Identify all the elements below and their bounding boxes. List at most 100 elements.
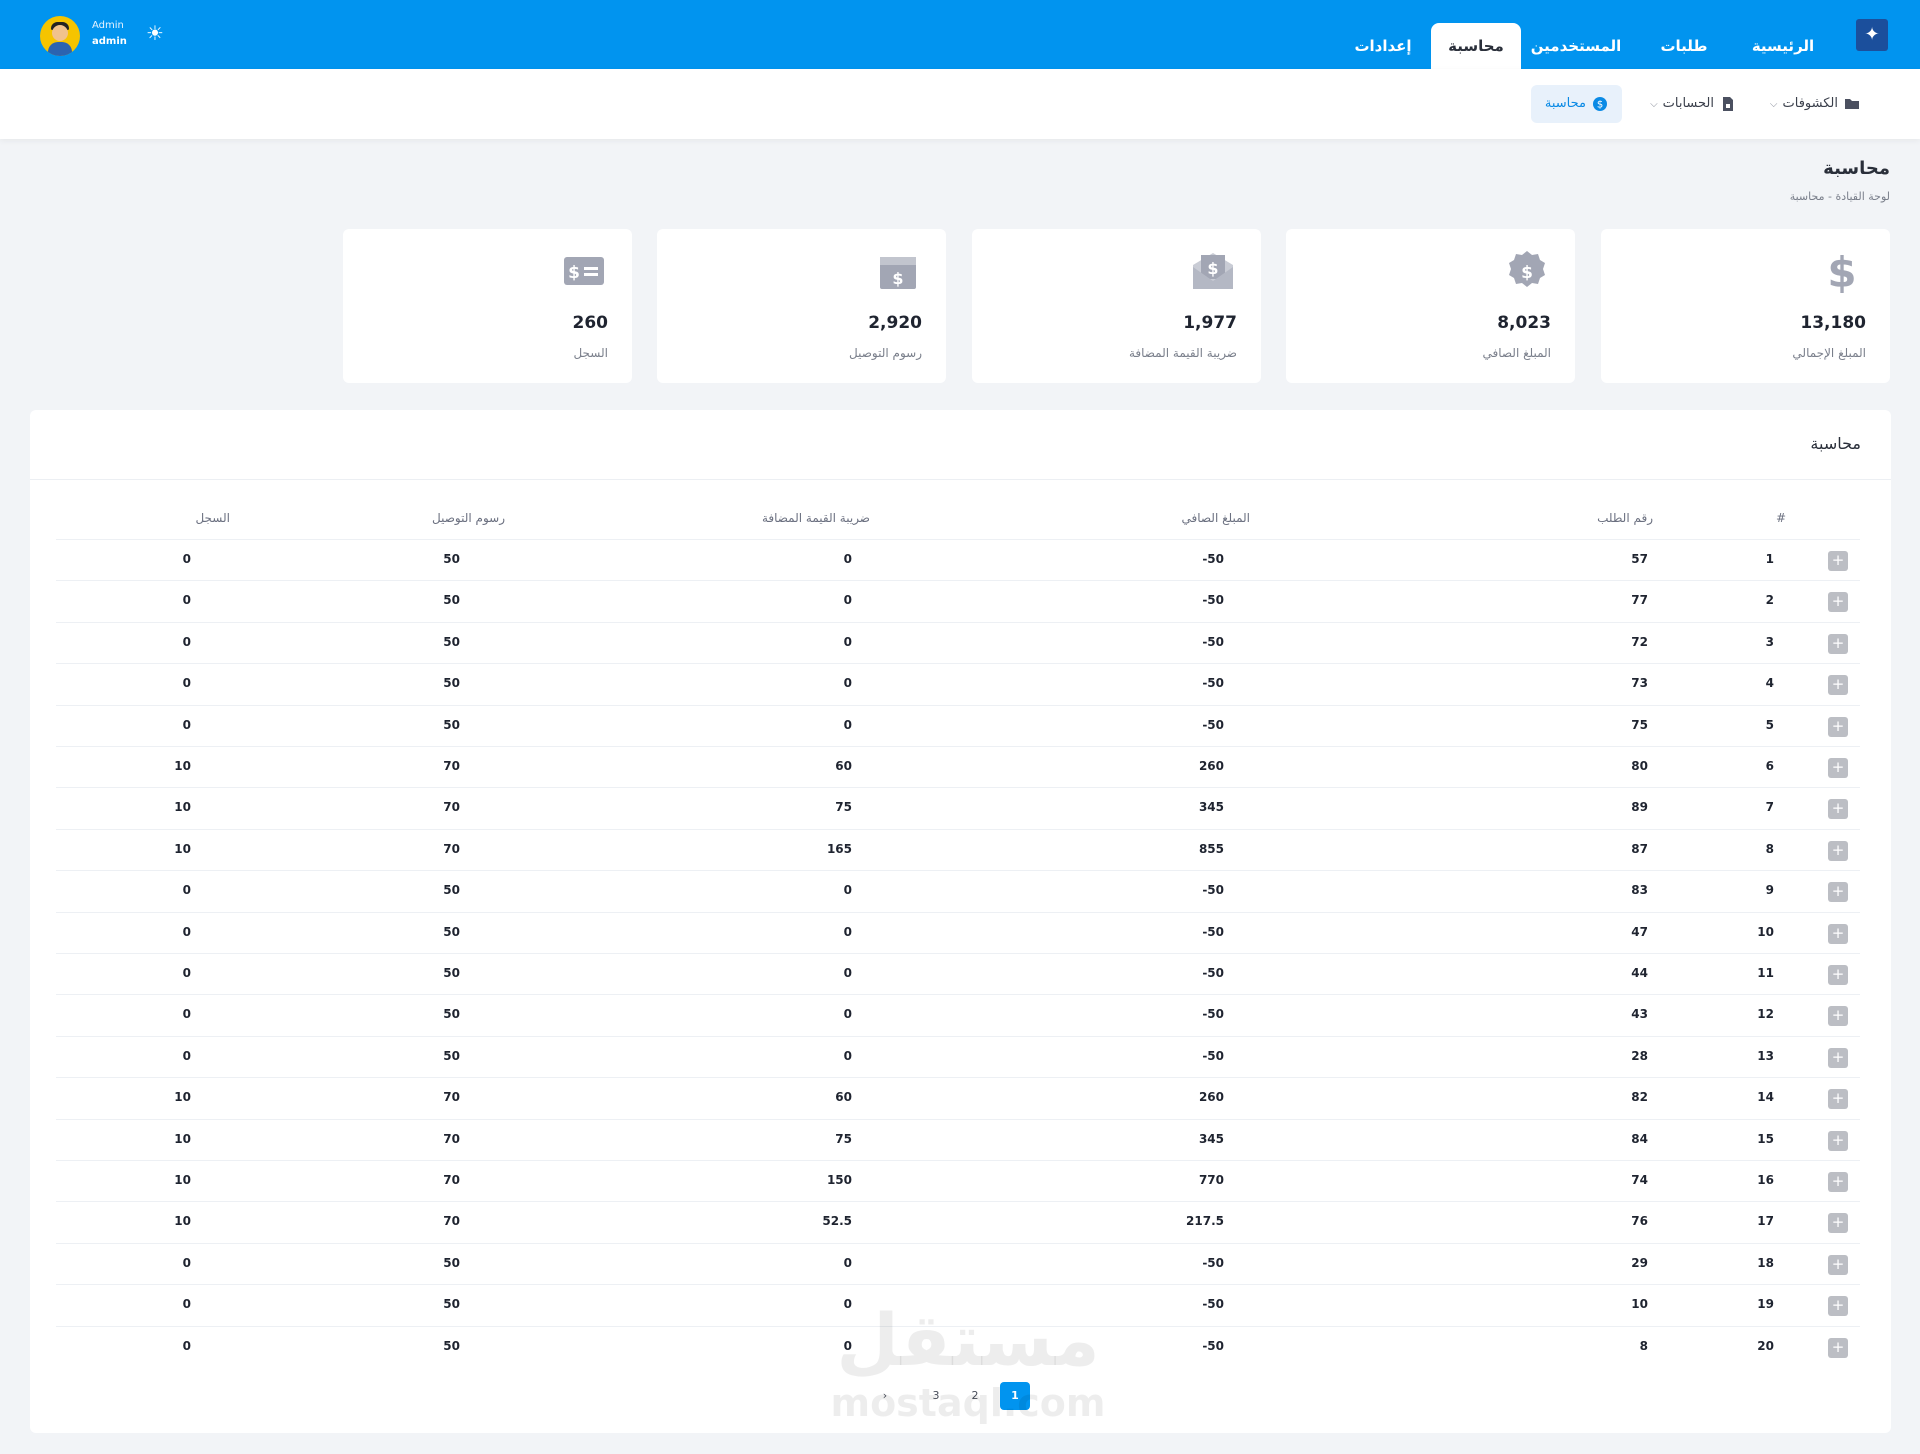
expand-row-icon[interactable]: + — [1828, 716, 1848, 737]
expand-row-icon[interactable]: + — [1828, 1089, 1848, 1110]
table-cell: 260 — [1198, 1090, 1224, 1105]
table-cell: 0 — [182, 676, 191, 691]
expand-row-icon[interactable]: + — [1828, 882, 1848, 903]
chevron-down-icon: ⌵ — [1650, 99, 1658, 110]
table-cell: 47 — [1631, 924, 1648, 939]
table-row[interactable]: +7 89 345 75 70 10 — [56, 787, 1860, 828]
col-header-vat[interactable]: ضريبة القيمة المضافة — [762, 511, 870, 525]
table-row[interactable]: +18 29 -50 0 50 0 — [56, 1242, 1860, 1284]
table-row[interactable]: +5 75 -50 0 50 0 — [56, 704, 1860, 746]
table-cell: 50 — [443, 634, 460, 649]
table-row[interactable]: +1 57 -50 0 50 0 — [56, 539, 1860, 580]
svg-text:$: $ — [1521, 263, 1533, 283]
table-cell: 0 — [182, 634, 191, 649]
table-cell: 0 — [843, 883, 852, 898]
table-cell: 60 — [835, 759, 852, 773]
expand-row-icon[interactable]: + — [1828, 1337, 1848, 1358]
subnav-accounts[interactable]: الحسابات ⌵ — [1650, 85, 1736, 123]
table-cell: 8 — [1639, 1338, 1648, 1353]
table-cell: 0 — [843, 717, 852, 732]
table-cell: 11 — [1757, 966, 1774, 980]
expand-row-icon[interactable]: + — [1828, 799, 1848, 820]
stat-label: المبلغ الإجمالي — [1792, 346, 1866, 360]
table-cell: 10 — [174, 1173, 191, 1187]
watermark-arabic: مستقل — [836, 1298, 1100, 1382]
table-row[interactable]: +10 47 -50 0 50 0 — [56, 911, 1860, 953]
expand-row-icon[interactable]: + — [1828, 1254, 1848, 1275]
col-header-net-amount[interactable]: المبلغ الصافي — [1181, 511, 1250, 525]
table-cell: 70 — [443, 1173, 460, 1187]
avatar[interactable] — [40, 16, 80, 56]
stat-label: المبلغ الصافي — [1482, 346, 1551, 360]
table-cell: 14 — [1757, 1090, 1774, 1105]
table-cell: 15 — [1757, 1131, 1774, 1146]
table-row[interactable]: +13 28 -50 0 50 0 — [56, 1035, 1860, 1077]
stat-label: ضريبة القيمة المضافة — [1128, 346, 1237, 360]
table-cell: 75 — [1631, 717, 1648, 732]
subnav-reports[interactable]: الكشوفات ⌵ — [1770, 85, 1860, 123]
expand-row-icon[interactable]: + — [1828, 1296, 1848, 1317]
table-cell: 74 — [1631, 1173, 1648, 1187]
nav-accounting[interactable]: محاسبة — [1431, 23, 1521, 69]
expand-row-icon[interactable]: + — [1828, 1006, 1848, 1027]
table-cell: 50 — [443, 966, 460, 980]
table-row[interactable]: +16 74 770 150 70 10 — [56, 1160, 1860, 1201]
dollar-badge-icon: $ — [1503, 247, 1551, 295]
expand-row-icon[interactable]: + — [1828, 840, 1848, 861]
table-cell: 10 — [174, 841, 191, 856]
table-row[interactable]: +15 84 345 75 70 10 — [56, 1118, 1860, 1160]
expand-row-icon[interactable]: + — [1828, 633, 1848, 654]
table-row[interactable]: +6 80 260 60 70 10 — [56, 746, 1860, 787]
sun-icon[interactable]: ☀ — [144, 22, 166, 44]
subnav-accounts-label: الحسابات — [1662, 96, 1714, 111]
table-cell: 345 — [1198, 800, 1224, 815]
table-row[interactable]: +12 43 -50 0 50 0 — [56, 994, 1860, 1035]
table-row[interactable]: +17 76 217.5 52.5 70 10 — [56, 1201, 1860, 1242]
table-row[interactable]: +11 44 -50 0 50 0 — [56, 953, 1860, 994]
expand-row-icon[interactable]: + — [1828, 551, 1848, 571]
expand-row-icon[interactable]: + — [1828, 1213, 1848, 1234]
table-cell: 82 — [1631, 1090, 1648, 1105]
table-cell: 9 — [1765, 883, 1774, 898]
table-row[interactable]: +9 83 -50 0 50 0 — [56, 870, 1860, 911]
stat-card: $260 السجل — [343, 229, 632, 383]
stat-value: 13,180 — [1800, 313, 1866, 333]
table-cell: 50 — [443, 1048, 460, 1063]
table-cell: 70 — [443, 759, 460, 773]
subnav-accounting-label: محاسبة — [1544, 96, 1586, 111]
expand-row-icon[interactable]: + — [1828, 758, 1848, 778]
table-cell: -50 — [1202, 1297, 1224, 1312]
table-cell: -50 — [1202, 717, 1224, 732]
table-row[interactable]: +4 73 -50 0 50 0 — [56, 663, 1860, 704]
table-cell: 44 — [1631, 966, 1648, 980]
col-header-index[interactable]: # — [1776, 511, 1786, 525]
table-row[interactable]: +8 87 855 165 70 10 — [56, 828, 1860, 870]
expand-row-icon[interactable]: + — [1828, 592, 1848, 613]
table-cell: 87 — [1631, 841, 1648, 856]
nav-users[interactable]: المستخدمين — [1514, 23, 1638, 69]
nav-home[interactable]: الرئيسية — [1732, 23, 1834, 69]
subnav-accounting[interactable]: $ محاسبة — [1530, 85, 1622, 123]
expand-row-icon[interactable]: + — [1828, 923, 1848, 944]
table-cell: 70 — [443, 800, 460, 815]
expand-row-icon[interactable]: + — [1828, 1130, 1848, 1151]
table-row[interactable]: +3 72 -50 0 50 0 — [56, 621, 1860, 663]
table-row[interactable]: +14 82 260 60 70 10 — [56, 1077, 1860, 1118]
table-cell: 77 — [1631, 593, 1648, 608]
expand-row-icon[interactable]: + — [1828, 965, 1848, 985]
nav-settings[interactable]: إعدادات — [1335, 23, 1431, 69]
svg-text:$: $ — [1207, 259, 1218, 278]
expand-row-icon[interactable]: + — [1828, 675, 1848, 696]
expand-row-icon[interactable]: + — [1828, 1047, 1848, 1068]
dollar-box-icon: $ — [874, 247, 922, 295]
expand-row-icon[interactable]: + — [1828, 1172, 1848, 1192]
table-cell: 17 — [1757, 1214, 1774, 1229]
nav-orders[interactable]: طلبات — [1642, 23, 1726, 69]
stat-label: رسوم التوصيل — [848, 346, 922, 360]
col-header-delivery-fee[interactable]: رسوم التوصيل — [432, 511, 505, 525]
col-header-order-number[interactable]: رقم الطلب — [1597, 511, 1653, 525]
app-logo[interactable]: ✦ — [1856, 19, 1888, 51]
table-row[interactable]: +2 77 -50 0 50 0 — [56, 580, 1860, 621]
col-header-record[interactable]: السجل — [195, 511, 230, 525]
table-cell: 0 — [182, 1297, 191, 1312]
